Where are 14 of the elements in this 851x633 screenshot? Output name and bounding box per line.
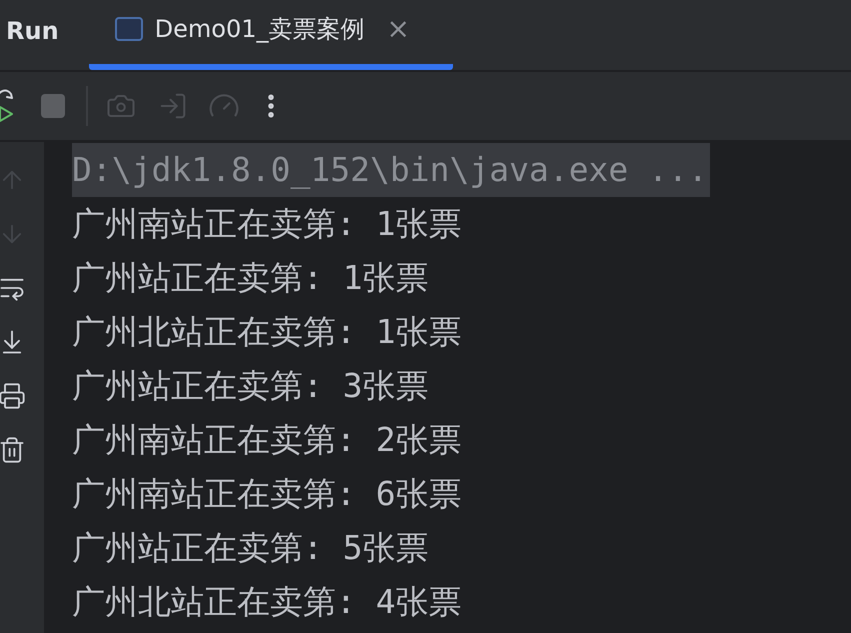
console-line: 广州北站正在卖第: 1张票 xyxy=(72,311,462,353)
console-line: 广州北站正在卖第: 4张票 xyxy=(72,581,462,623)
trash-icon[interactable] xyxy=(0,436,26,464)
console-line: 广州南站正在卖第: 2张票 xyxy=(72,419,462,461)
print-icon[interactable] xyxy=(0,382,26,410)
window-icon xyxy=(114,17,143,41)
console-line: 广州站正在卖第: 5张票 xyxy=(72,527,429,569)
panel-title: Run xyxy=(6,16,59,47)
console-line: 广州站正在卖第: 1张票 xyxy=(72,257,429,299)
close-icon[interactable]: × xyxy=(386,8,410,50)
console-line: 广州南站正在卖第: 6张票 xyxy=(72,473,462,515)
console-line: 广州南站正在卖第: 1张票 xyxy=(72,203,462,245)
tab-label: Demo01_卖票案例 xyxy=(154,14,365,45)
console-line: 广州站正在卖第: 3张票 xyxy=(72,365,429,407)
